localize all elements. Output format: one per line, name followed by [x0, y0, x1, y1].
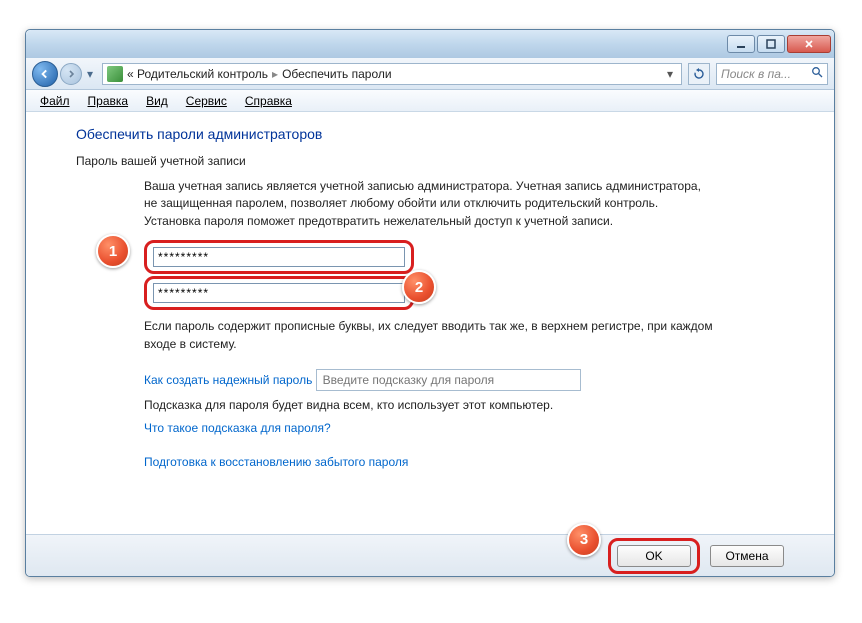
- search-icon[interactable]: [811, 66, 823, 81]
- case-note: Если пароль содержит прописные буквы, их…: [144, 318, 714, 353]
- menu-edit[interactable]: Правка: [80, 92, 137, 110]
- minimize-button[interactable]: [727, 35, 755, 53]
- control-panel-icon: [107, 66, 123, 82]
- breadcrumb-current[interactable]: Обеспечить пароли: [282, 67, 392, 81]
- hint-note: Подсказка для пароля будет видна всем, к…: [144, 397, 714, 414]
- titlebar: [26, 30, 834, 58]
- menu-tools[interactable]: Сервис: [178, 92, 235, 110]
- nav-history-dropdown[interactable]: ▾: [84, 63, 96, 85]
- maximize-button[interactable]: [757, 35, 785, 53]
- content-area: Обеспечить пароли администраторов Пароль…: [26, 112, 834, 534]
- section-label: Пароль вашей учетной записи: [76, 154, 806, 168]
- cancel-button[interactable]: Отмена: [710, 545, 784, 567]
- password-input-1[interactable]: [153, 247, 405, 267]
- body-block: Ваша учетная запись является учетной зап…: [144, 178, 714, 472]
- navbar: ▾ « Родительский контроль ▸ Обеспечить п…: [26, 58, 834, 90]
- address-dropdown-icon[interactable]: ▾: [663, 67, 677, 81]
- password-hint-input[interactable]: [316, 369, 581, 391]
- page-title: Обеспечить пароли администраторов: [76, 126, 806, 142]
- menubar: Файл Правка Вид Сервис Справка: [26, 90, 834, 112]
- menu-view[interactable]: Вид: [138, 92, 176, 110]
- link-strong-password[interactable]: Как создать надежный пароль: [144, 373, 312, 387]
- close-button[interactable]: [787, 35, 831, 53]
- breadcrumb-parent[interactable]: Родительский контроль: [137, 67, 268, 81]
- search-box[interactable]: Поиск в па...: [716, 63, 828, 85]
- link-hint-help[interactable]: Что такое подсказка для пароля?: [144, 421, 331, 435]
- password-input-2[interactable]: [153, 283, 405, 303]
- address-bar[interactable]: « Родительский контроль ▸ Обеспечить пар…: [102, 63, 682, 85]
- annotation-badge-2: 2: [402, 270, 436, 304]
- ok-button-highlight: OK 3: [608, 538, 700, 574]
- control-panel-window: ▾ « Родительский контроль ▸ Обеспечить п…: [25, 29, 835, 577]
- nav-back-button[interactable]: [32, 61, 58, 87]
- breadcrumb-separator-icon: ▸: [272, 67, 278, 81]
- refresh-button[interactable]: [688, 63, 710, 85]
- annotation-badge-3: 3: [567, 523, 601, 557]
- annotation-badge-1: 1: [96, 234, 130, 268]
- breadcrumb-prefix: «: [127, 67, 134, 81]
- menu-help[interactable]: Справка: [237, 92, 300, 110]
- footer: OK 3 Отмена: [26, 534, 834, 576]
- search-placeholder: Поиск в па...: [721, 67, 791, 81]
- link-password-recovery[interactable]: Подготовка к восстановлению забытого пар…: [144, 455, 408, 469]
- ok-button[interactable]: OK: [617, 545, 691, 567]
- menu-file[interactable]: Файл: [32, 92, 78, 110]
- description-text: Ваша учетная запись является учетной зап…: [144, 178, 714, 230]
- nav-forward-button[interactable]: [60, 63, 82, 85]
- password-field-2-wrap: 2: [144, 276, 714, 310]
- password-field-1-wrap: 1: [144, 240, 714, 274]
